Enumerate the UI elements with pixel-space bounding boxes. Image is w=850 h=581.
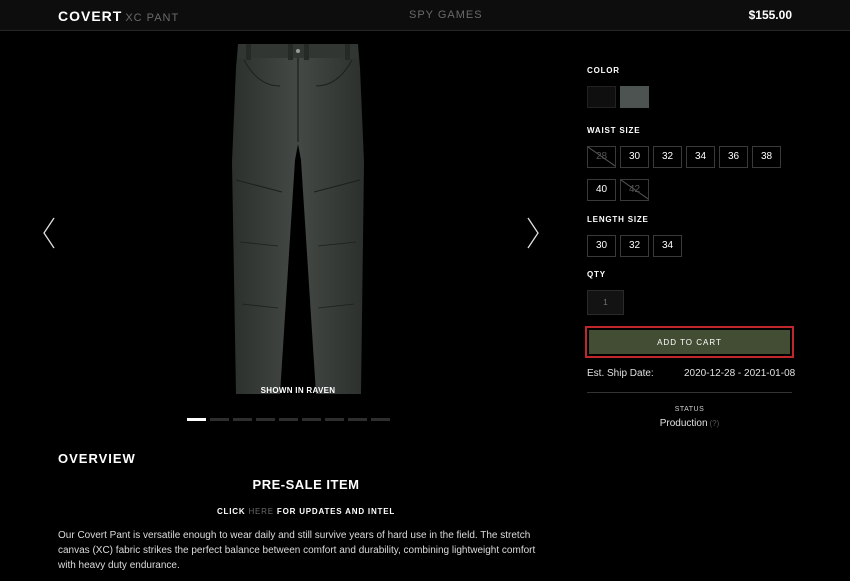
color-label: COLOR	[587, 66, 620, 75]
qty-input[interactable]	[587, 290, 624, 315]
status-text: Production	[659, 418, 708, 429]
status-label: STATUS	[674, 406, 705, 413]
status-value: Production (?)	[587, 418, 792, 429]
add-to-cart-highlight: ADD TO CART	[585, 326, 794, 358]
carousel-dot[interactable]	[187, 418, 206, 421]
swatch-black[interactable]	[587, 86, 616, 108]
top-bar: COVERT XC PANT SPY GAMES $155.00	[0, 0, 850, 31]
length-size-34[interactable]: 34	[653, 235, 682, 257]
click-suffix: FOR UPDATES AND INTEL	[276, 507, 396, 516]
carousel-dot[interactable]	[279, 418, 298, 421]
product-subtitle: XC PANT	[125, 12, 180, 24]
waist-size-28[interactable]: 28	[587, 146, 616, 168]
carousel-dot[interactable]	[302, 418, 321, 421]
chevron-left-icon[interactable]	[42, 217, 58, 249]
updates-line: CLICK HERE FOR UPDATES AND INTEL	[58, 507, 554, 516]
collection-name: SPY GAMES	[409, 9, 483, 21]
updates-link[interactable]: HERE	[248, 507, 273, 516]
carousel-dot[interactable]	[371, 418, 390, 421]
waist-size-40[interactable]: 40	[587, 179, 616, 201]
product-description: Our Covert Pant is versatile enough to w…	[58, 530, 536, 571]
qty-label: QTY	[587, 270, 606, 279]
waist-size-42[interactable]: 42	[620, 179, 649, 201]
length-size-30[interactable]: 30	[587, 235, 616, 257]
waist-size-34[interactable]: 34	[686, 146, 715, 168]
product-gallery: SHOWN IN RAVEN	[43, 32, 554, 404]
price: $155.00	[748, 8, 792, 22]
overview-heading: OVERVIEW	[58, 451, 136, 466]
click-prefix: CLICK	[216, 507, 246, 516]
product-image	[232, 44, 364, 394]
length-size-label: LENGTH SIZE	[587, 215, 649, 224]
presale-heading: PRE-SALE ITEM	[252, 477, 360, 492]
carousel-dot[interactable]	[233, 418, 252, 421]
waist-size-36[interactable]: 36	[719, 146, 748, 168]
carousel-dot[interactable]	[210, 418, 229, 421]
carousel-dot[interactable]	[348, 418, 367, 421]
status-help-link[interactable]: (?)	[710, 419, 720, 428]
chevron-right-icon[interactable]	[524, 217, 540, 249]
carousel-dot[interactable]	[256, 418, 275, 421]
add-to-cart-button[interactable]: ADD TO CART	[589, 330, 790, 354]
product-title: COVERT XC PANT	[58, 8, 179, 24]
waist-size-38[interactable]: 38	[752, 146, 781, 168]
length-size-32[interactable]: 32	[620, 235, 649, 257]
waist-size-30[interactable]: 30	[620, 146, 649, 168]
waist-size-32[interactable]: 32	[653, 146, 682, 168]
waist-size-label: WAIST SIZE	[587, 126, 641, 135]
divider	[587, 392, 792, 393]
swatch-raven[interactable]	[620, 86, 649, 108]
ship-date-value: 2020-12-28 - 2021-01-08	[684, 368, 796, 379]
image-caption: SHOWN IN RAVEN	[260, 386, 336, 395]
ship-date-label: Est. Ship Date:	[587, 368, 654, 379]
carousel-pagination	[187, 418, 390, 421]
brand-name: COVERT	[58, 8, 123, 24]
carousel-dot[interactable]	[325, 418, 344, 421]
